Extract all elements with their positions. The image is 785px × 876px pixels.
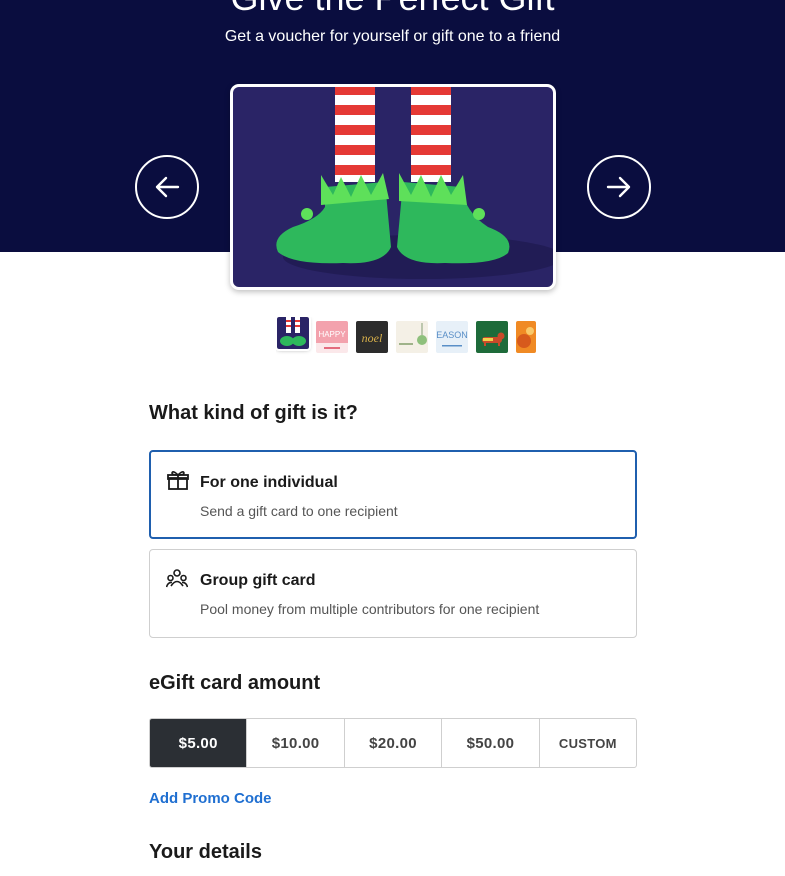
thumbnail-season[interactable]: EASON bbox=[436, 321, 468, 353]
ornament-thumbnail-image bbox=[396, 321, 428, 353]
arrow-left-icon bbox=[155, 176, 180, 198]
option-description: Send a gift card to one recipient bbox=[200, 503, 398, 519]
carousel-prev-button[interactable] bbox=[135, 155, 199, 219]
amount-selector: $5.00 $10.00 $20.00 $50.00 CUSTOM bbox=[149, 718, 637, 768]
gift-type-individual-option[interactable]: For one individual Send a gift card to o… bbox=[149, 450, 637, 539]
svg-text:noel: noel bbox=[362, 331, 383, 345]
hero-subtitle: Get a voucher for yourself or gift one t… bbox=[224, 28, 561, 45]
svg-text:HAPPY: HAPPY bbox=[318, 330, 346, 339]
group-icon bbox=[166, 569, 188, 588]
amount-option-5[interactable]: $5.00 bbox=[150, 719, 247, 767]
gift-card-preview bbox=[230, 84, 556, 290]
add-promo-code-link[interactable]: Add Promo Code bbox=[149, 790, 272, 807]
noel-thumbnail-image: noel bbox=[356, 321, 388, 353]
gift-icon bbox=[167, 471, 189, 490]
svg-text:EASON: EASON bbox=[436, 330, 468, 340]
thumbnail-orange-design[interactable] bbox=[516, 321, 536, 353]
design-thumbnails: HAPPY noel EASON bbox=[276, 317, 536, 357]
option-description: Pool money from multiple contributors fo… bbox=[200, 601, 540, 617]
arrow-right-icon bbox=[606, 176, 631, 198]
your-details-heading: Your details bbox=[149, 841, 262, 863]
thumbnail-happy-holidays[interactable]: HAPPY bbox=[316, 321, 348, 353]
hero-title: Give the Perfect Gift bbox=[0, 0, 785, 18]
thumbnail-elf-feet[interactable] bbox=[276, 317, 311, 351]
season-thumbnail-image: EASON bbox=[436, 321, 468, 353]
amount-option-20[interactable]: $20.00 bbox=[343, 719, 441, 767]
amount-heading: eGift card amount bbox=[149, 672, 321, 694]
option-title: Group gift card bbox=[200, 572, 316, 589]
happy-holidays-thumbnail-image: HAPPY bbox=[316, 321, 348, 353]
gift-type-heading: What kind of gift is it? bbox=[149, 402, 358, 424]
amount-option-custom[interactable]: CUSTOM bbox=[538, 719, 636, 767]
elf-feet-thumbnail-image bbox=[277, 317, 309, 349]
carousel-next-button[interactable] bbox=[587, 155, 651, 219]
elf-feet-card-image bbox=[233, 87, 553, 287]
dachshund-thumbnail-image bbox=[476, 321, 508, 353]
thumbnail-dachshund[interactable] bbox=[476, 321, 508, 353]
thumbnail-noel[interactable]: noel bbox=[356, 321, 388, 353]
gift-type-group-option[interactable]: Group gift card Pool money from multiple… bbox=[149, 549, 637, 638]
amount-option-10[interactable]: $10.00 bbox=[246, 719, 343, 767]
amount-option-50[interactable]: $50.00 bbox=[441, 719, 538, 767]
orange-design-thumbnail-image bbox=[516, 321, 536, 353]
thumbnail-ornament[interactable] bbox=[396, 321, 428, 353]
option-title: For one individual bbox=[200, 474, 338, 491]
